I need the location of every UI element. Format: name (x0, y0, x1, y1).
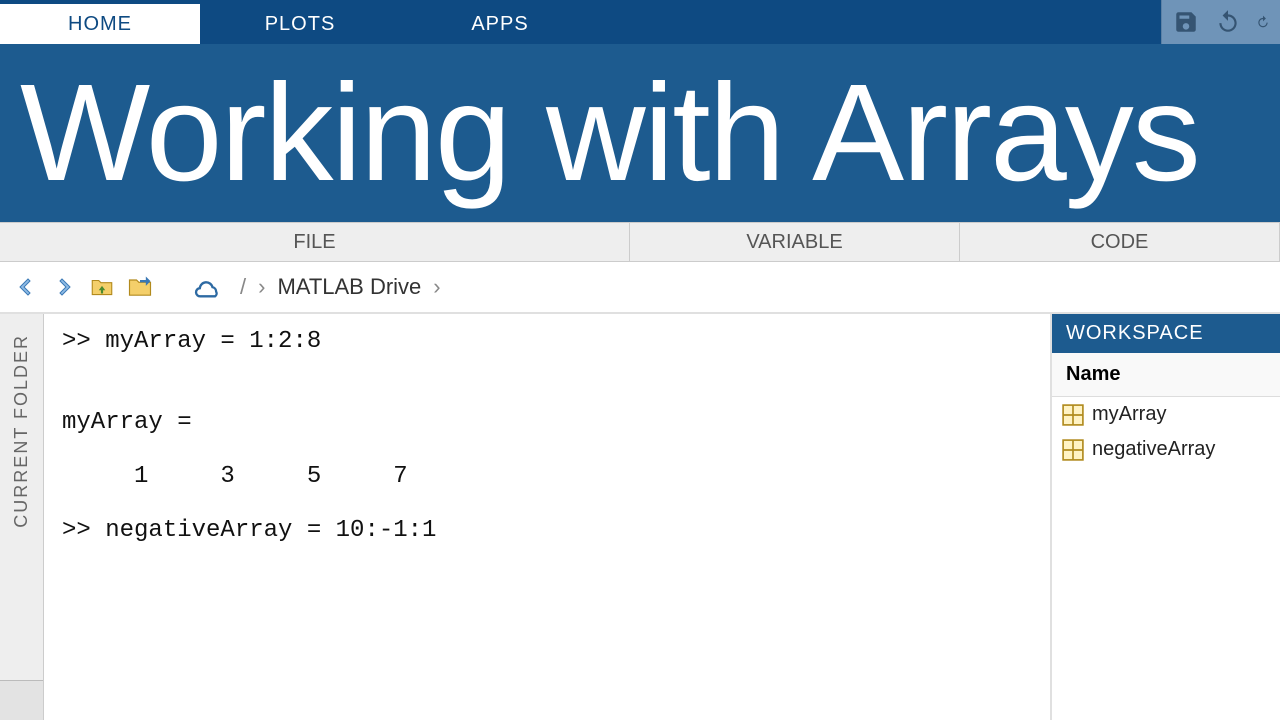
chevron-right-icon: › (258, 274, 265, 300)
array-icon (1062, 404, 1084, 426)
quickaccess-toolbar (1161, 0, 1280, 44)
undo-icon[interactable] (1214, 8, 1242, 36)
chevron-right-icon: › (433, 274, 440, 300)
section-file: FILE (0, 223, 630, 261)
workspace-variable-row[interactable]: myArray (1052, 397, 1280, 432)
section-code: CODE (960, 223, 1280, 261)
browse-folder-icon[interactable] (126, 273, 154, 301)
workspace-title: WORKSPACE (1052, 314, 1280, 353)
main-area: CURRENT FOLDER >> myArray = 1:2:8 myArra… (0, 314, 1280, 720)
main-tabstrip: HOME PLOTS APPS (0, 0, 1280, 44)
tab-plots[interactable]: PLOTS (200, 4, 400, 44)
array-icon (1062, 439, 1084, 461)
workspace-var-name: myArray (1092, 403, 1166, 426)
current-folder-label: CURRENT FOLDER (11, 334, 32, 528)
redo-icon[interactable] (1256, 8, 1270, 36)
breadcrumb-root-sep: / (240, 274, 246, 300)
back-icon[interactable] (12, 273, 40, 301)
section-variable: VARIABLE (630, 223, 960, 261)
tab-apps[interactable]: APPS (400, 4, 600, 44)
workspace-variable-row[interactable]: negativeArray (1052, 432, 1280, 467)
workspace-panel: WORKSPACE Name myArray negativeArray (1052, 314, 1280, 720)
cmd-line: >> myArray = 1:2:8 (62, 328, 321, 355)
banner: Working with Arrays (0, 44, 1280, 222)
workspace-var-name: negativeArray (1092, 438, 1215, 461)
cmd-line: myArray = (62, 409, 192, 436)
cmd-line: >> negativeArray = 10:-1:1 (62, 517, 436, 544)
save-icon[interactable] (1172, 8, 1200, 36)
current-folder-strip[interactable]: CURRENT FOLDER (0, 314, 44, 720)
cloud-icon[interactable] (194, 273, 222, 301)
address-bar: / › MATLAB Drive › (0, 262, 1280, 314)
command-window[interactable]: >> myArray = 1:2:8 myArray = 1 3 5 7 >> … (44, 314, 1052, 720)
toolstrip-sections: FILE VARIABLE CODE (0, 222, 1280, 262)
sidestrip-divider (0, 680, 43, 720)
workspace-col-name[interactable]: Name (1052, 353, 1280, 397)
banner-title: Working with Arrays (20, 64, 1199, 202)
breadcrumb-drive[interactable]: MATLAB Drive (277, 274, 421, 300)
tab-home[interactable]: HOME (0, 4, 200, 44)
forward-icon[interactable] (50, 273, 78, 301)
cmd-line: 1 3 5 7 (62, 463, 408, 490)
up-folder-icon[interactable] (88, 273, 116, 301)
breadcrumb: / › MATLAB Drive › (240, 274, 441, 300)
